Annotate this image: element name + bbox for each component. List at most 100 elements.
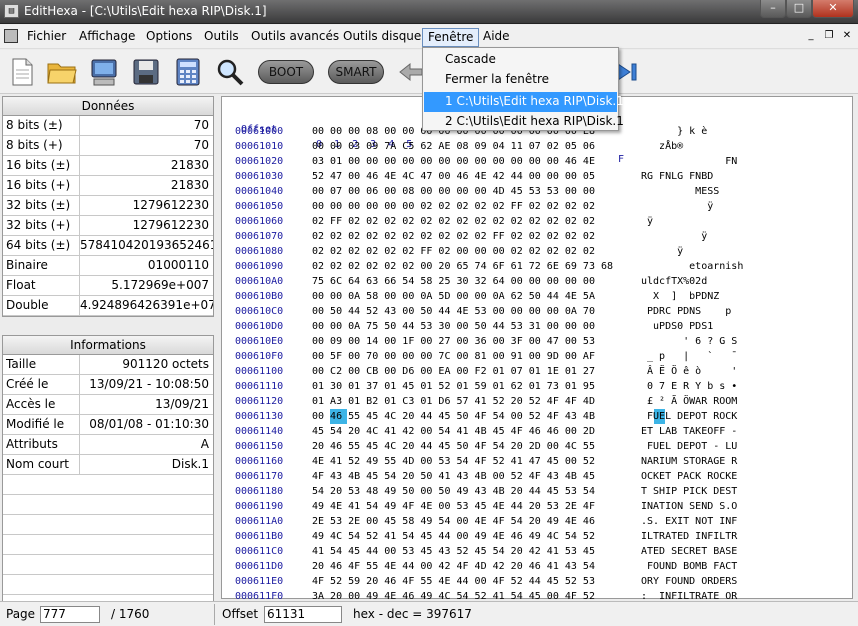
hex-ascii[interactable]: MESS (641, 184, 719, 199)
hex-bytes[interactable]: 00 00 03 09 7A C5 62 AE 08 09 04 11 07 0… (312, 139, 595, 154)
hex-bytes[interactable]: 4F 52 59 20 46 4F 55 4E 44 00 4F 52 44 4… (312, 574, 595, 589)
menu-item-close-window[interactable]: Fermer la fenêtre (424, 70, 617, 90)
hex-ascii[interactable]: ATED SECRET BASE (641, 544, 737, 559)
hex-ascii[interactable]: uPDS0 PDS1 (641, 319, 713, 334)
hex-bytes[interactable]: 00 5F 00 70 00 00 00 7C 00 81 00 91 00 9… (312, 349, 595, 364)
menu-affichage[interactable]: Affichage (74, 28, 140, 47)
hex-ascii[interactable]: £ ² Ã ÖWAR ROOM (641, 394, 737, 409)
mdi-restore-button[interactable]: ❐ (822, 29, 836, 43)
hex-offset: 00061170 (235, 471, 284, 482)
hex-bytes[interactable]: 00 00 0A 58 00 00 0A 5D 00 00 0A 62 50 4… (312, 289, 595, 304)
minimize-button[interactable]: – (760, 0, 786, 18)
hex-bytes[interactable]: 75 6C 64 63 66 54 58 25 30 32 64 00 00 0… (312, 274, 595, 289)
hex-bytes[interactable]: 4F 43 4B 45 54 20 50 41 43 4B 00 52 4F 4… (312, 469, 595, 484)
donnees-row: Binaire 01000110 (3, 256, 213, 276)
hex-row: 00061160 4E 41 52 49 55 4D 00 53 54 4F 52… (222, 454, 852, 469)
hex-bytes[interactable]: 00 09 00 14 00 1F 00 27 00 36 00 3F 00 4… (312, 334, 595, 349)
hex-ascii[interactable]: 0 7 E R Y b s • (641, 379, 737, 394)
hex-bytes[interactable]: 00 46 55 45 4C 20 44 45 50 4F 54 00 52 4… (312, 409, 595, 424)
hex-bytes[interactable]: 49 4E 41 54 49 4F 4E 00 53 45 4E 44 20 5… (312, 499, 595, 514)
mdi-minimize-button[interactable]: _ (804, 29, 818, 43)
hex-bytes[interactable]: 02 FF 02 02 02 02 02 02 02 02 02 02 02 0… (312, 214, 595, 229)
hex-ascii[interactable]: RG FNLG FNBD (641, 169, 713, 184)
hex-ascii[interactable]: ÿ (641, 229, 707, 244)
hex-ascii[interactable]: ET LAB TAKEOFF - (641, 424, 737, 439)
hex-bytes[interactable]: 00 00 00 00 00 00 02 02 02 02 02 FF 02 0… (312, 199, 595, 214)
hex-bytes[interactable]: 02 02 02 02 02 02 FF 02 00 00 00 02 02 0… (312, 244, 595, 259)
calculator-icon[interactable] (172, 56, 204, 88)
menu-fichier[interactable]: Fichier (22, 28, 71, 47)
menu-item-cascade[interactable]: Cascade (424, 50, 617, 70)
hex-bytes[interactable]: 00 50 44 52 43 00 50 44 4E 53 00 00 00 0… (312, 304, 595, 319)
save-icon[interactable] (130, 56, 162, 88)
document-icon[interactable] (4, 29, 18, 43)
smart-button[interactable]: SMART (328, 60, 384, 84)
mdi-close-button[interactable]: ✕ (840, 29, 854, 43)
hex-ascii[interactable]: ÿ (641, 244, 683, 259)
hex-bytes[interactable]: 03 01 00 00 00 00 00 00 00 00 00 00 00 0… (312, 154, 595, 169)
hex-row: 000611D0 20 46 4F 55 4E 44 00 42 4F 4D 42… (222, 559, 852, 574)
hex-ascii[interactable]: Â Ë Ö ê ò ' (641, 364, 737, 379)
open-folder-icon[interactable] (46, 56, 78, 88)
hex-bytes[interactable]: 20 46 55 45 4C 20 44 45 50 4F 54 20 2D 0… (312, 439, 595, 454)
hex-bytes[interactable]: 00 00 0A 75 50 44 53 30 00 50 44 53 31 0… (312, 319, 595, 334)
hex-bytes[interactable]: 02 02 02 02 02 02 02 02 02 02 FF 02 02 0… (312, 229, 595, 244)
page-input[interactable]: 777 (40, 606, 100, 623)
menu-item-window-2[interactable]: 2 C:\Utils\Edit hexa RIP\Disk.1 (424, 112, 624, 132)
hex-view[interactable]: Offset 0 1 2 3 4 5 F 00061000 00 00 00 08… (221, 96, 853, 602)
hex-ascii[interactable]: NARIUM STORAGE R (641, 454, 737, 469)
hex-ascii[interactable]: OCKET PACK ROCKE (641, 469, 737, 484)
hex-ascii[interactable]: ÿ (641, 214, 653, 229)
hex-ascii[interactable]: ' 6 ? G S (641, 334, 737, 349)
hex-ascii[interactable]: INATION SEND S.O (641, 499, 737, 514)
hex-bytes[interactable]: 45 54 20 4C 41 42 00 54 41 4B 45 4F 46 4… (312, 424, 595, 439)
donnees-label: 32 bits (±) (3, 196, 80, 215)
hex-bytes[interactable]: 01 A3 01 B2 01 C3 01 D6 57 41 52 20 52 4… (312, 394, 595, 409)
computer-icon[interactable] (88, 56, 120, 88)
hex-ascii[interactable]: ORY FOUND ORDERS (641, 574, 737, 589)
hex-bytes[interactable]: 00 C2 00 CB 00 D6 00 EA 00 F2 01 07 01 1… (312, 364, 595, 379)
menu-outils-avances[interactable]: Outils avancés (246, 28, 344, 47)
hex-ascii[interactable]: FUEL DEPOT - LU (641, 439, 737, 454)
hex-ascii[interactable]: uldcfTX%02d (641, 274, 707, 289)
hex-bytes[interactable]: 52 47 00 46 4E 4C 47 00 46 4E 42 44 00 0… (312, 169, 595, 184)
hex-bytes[interactable]: 2E 53 2E 00 45 58 49 54 00 4E 4F 54 20 4… (312, 514, 595, 529)
hex-ascii[interactable]: FN (641, 154, 737, 169)
hex-row: 000611B0 49 4C 54 52 41 54 45 44 00 49 4E… (222, 529, 852, 544)
menu-item-window-1[interactable]: 1 C:\Utils\Edit hexa RIP\Disk.1 (424, 92, 624, 112)
hex-ascii[interactable]: FOUND BOMB FACT (641, 559, 737, 574)
search-icon[interactable] (214, 56, 246, 88)
close-button[interactable]: ✕ (812, 0, 854, 18)
menu-outils-disque[interactable]: Outils disque (338, 28, 426, 47)
menu-fenetre[interactable]: Fenêtre (422, 28, 480, 47)
hex-bytes[interactable]: 54 20 53 48 49 50 00 50 49 43 4B 20 44 4… (312, 484, 595, 499)
new-file-icon[interactable] (6, 56, 38, 88)
hex-ascii[interactable]: ÿ (641, 199, 713, 214)
menu-options[interactable]: Options (141, 28, 197, 47)
hex-ascii[interactable]: PDRC PDNS p (641, 304, 731, 319)
boot-button[interactable]: BOOT (258, 60, 314, 84)
hex-bytes[interactable]: 41 54 45 44 00 53 45 43 52 45 54 20 42 4… (312, 544, 595, 559)
hex-ascii[interactable]: .S. EXIT NOT INF (641, 514, 737, 529)
hex-ascii[interactable]: } k è (641, 124, 707, 139)
hex-ascii[interactable]: _ p | ` ¯ (641, 349, 737, 364)
hex-bytes[interactable]: 20 46 4F 55 4E 44 00 42 4F 4D 42 20 46 4… (312, 559, 595, 574)
hex-bytes[interactable]: 01 30 01 37 01 45 01 52 01 59 01 62 01 7… (312, 379, 595, 394)
hex-ascii[interactable]: zÅb® (641, 139, 683, 154)
maximize-button[interactable]: □ (786, 0, 812, 18)
hex-ascii[interactable]: X ] bPDNZ (641, 289, 719, 304)
hex-ascii[interactable]: T SHIP PICK DEST (641, 484, 737, 499)
offset-input[interactable]: 61131 (264, 606, 342, 623)
hex-ascii[interactable]: FUEL DEPOT ROCK (641, 409, 737, 424)
hex-bytes[interactable]: 4E 41 52 49 55 4D 00 53 54 4F 52 41 47 4… (312, 454, 595, 469)
hex-bytes[interactable]: 49 4C 54 52 41 54 45 44 00 49 4E 46 49 4… (312, 529, 595, 544)
hex-ascii[interactable]: ILTRATED INFILTR (641, 529, 737, 544)
menu-aide[interactable]: Aide (478, 28, 515, 47)
hex-row: 00061130 00 46 55 45 4C 20 44 45 50 4F 54… (222, 409, 852, 424)
hex-bytes[interactable]: 02 02 02 02 02 02 00 20 65 74 6F 61 72 6… (312, 259, 613, 274)
menu-outils[interactable]: Outils (199, 28, 244, 47)
informations-empty-row (3, 535, 213, 555)
page-total: / 1760 (111, 607, 150, 621)
hex-bytes[interactable]: 00 07 00 06 00 08 00 00 00 00 4D 45 53 5… (312, 184, 595, 199)
hex-ascii[interactable]: etoarnish (641, 259, 743, 274)
